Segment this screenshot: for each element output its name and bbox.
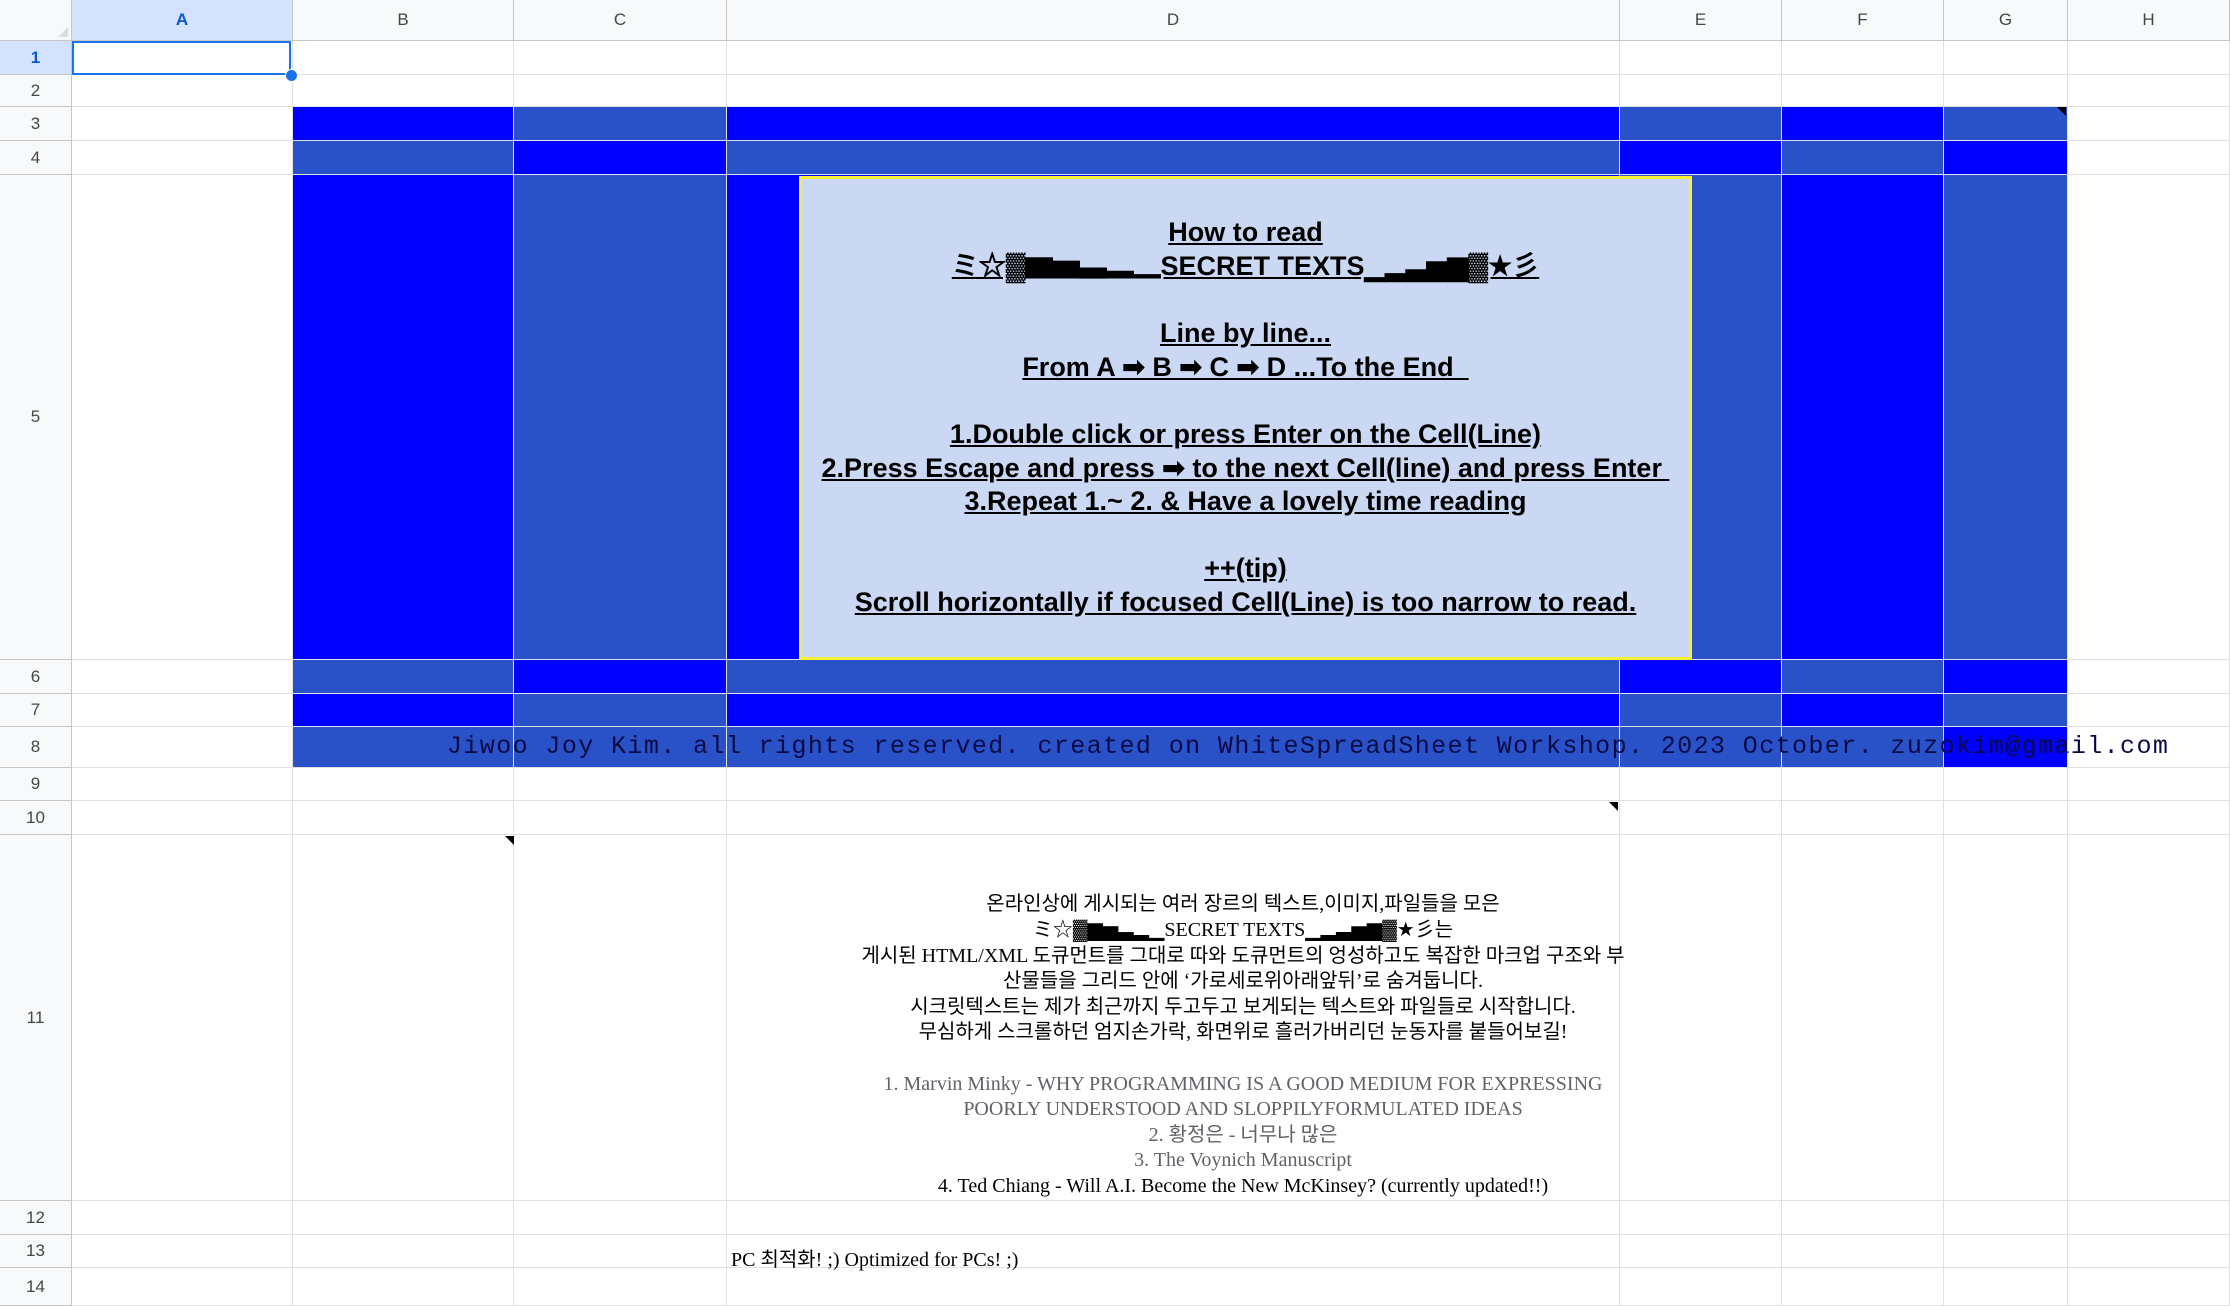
intro-line: 무심하게 스크롤하던 엄지손가락, 화면위로 흘러가버리던 눈동자를 붙들어보길… [918, 1021, 1568, 1044]
cell-note-indicator[interactable] [505, 836, 514, 845]
row-header-8[interactable]: 8 [0, 727, 72, 768]
cell-note-indicator[interactable] [1609, 802, 1618, 811]
instructions-line: ++(tip) [1204, 553, 1287, 584]
copyright-footer[interactable]: Jiwoo Joy Kim. all rights reserved. crea… [72, 726, 2230, 766]
colored-cell [1782, 694, 1944, 727]
instructions-line: ミ☆▓▆▅▃▂▁SECRET TEXTS▁▂▃▅▆▓★彡 [951, 251, 1540, 282]
column-header-e[interactable]: E [1620, 0, 1782, 41]
row-header-14[interactable]: 14 [0, 1268, 72, 1306]
colored-cell [727, 660, 1620, 694]
colored-cell [1620, 660, 1782, 694]
colored-cell [1944, 141, 2068, 175]
colored-cell [1782, 660, 1944, 694]
instructions-line: From A ➡ B ➡ C ➡ D ...To the End [1022, 351, 1469, 382]
colored-cell [727, 141, 1620, 175]
colored-cell [1944, 694, 2068, 727]
column-header-f[interactable]: F [1782, 0, 1944, 41]
colored-cell [293, 107, 514, 141]
cell-note-indicator[interactable] [2057, 107, 2066, 116]
instructions-line: 1.Double click or press Enter on the Cel… [949, 419, 1542, 449]
colored-cell [514, 694, 727, 727]
spreadsheet-grid[interactable]: ABCDEFGH 1 2 3 4 5 6 7 8 9 10 11 12 13 14 Jiwoo Joy K… [0, 0, 2230, 1306]
row-header-10[interactable]: 10 [0, 801, 72, 835]
instructions-line: 3.Repeat 1.~ 2. & Have a lovely time rea… [964, 486, 1527, 517]
instructions-line: Scroll horizontally if focused Cell(Line… [854, 586, 1637, 617]
intro-line: 게시된 HTML/XML 도큐먼트를 그대로 따와 도큐먼트의 엉성하고도 복잡… [861, 944, 1625, 967]
colored-cell [1944, 660, 2068, 694]
colored-cell [1782, 107, 1944, 141]
colored-cell [727, 107, 1620, 141]
column-header-g[interactable]: G [1944, 0, 2068, 41]
row-header-9[interactable]: 9 [0, 768, 72, 801]
reading-list-item: POORLY UNDERSTOOD AND SLOPPILYFORMULATED… [963, 1098, 1523, 1121]
colored-cell [293, 141, 514, 175]
reading-list-item: 4. Ted Chiang - Will A.I. Become the New… [937, 1174, 1549, 1197]
row-header-3[interactable]: 3 [0, 107, 72, 141]
row-header-11[interactable]: 11 [0, 835, 72, 1201]
colored-cell [1782, 141, 1944, 175]
reading-list-item: 3. The Voynich Manuscript [1134, 1149, 1352, 1172]
row-header-13[interactable]: 13 [0, 1235, 72, 1268]
instructions-line: 2.Press Escape and press ➡ to the next C… [821, 452, 1670, 483]
fill-handle[interactable] [285, 69, 298, 82]
row-header-12[interactable]: 12 [0, 1201, 72, 1235]
intro-line: 온라인상에 게시되는 여러 장르의 텍스트,이미지,파일들을 모은 [986, 893, 1500, 916]
colored-cell [1944, 175, 2068, 660]
intro-line: 시크릿텍스트는 제가 최근까지 두고두고 보게되는 텍스트와 파일들로 시작합니… [910, 995, 1576, 1018]
row-header-1[interactable]: 1 [0, 41, 72, 75]
column-header-c[interactable]: C [514, 0, 727, 41]
intro-line: ミ☆▓▆▅▃▂▁SECRET TEXTS▁▂▃▅▆▓★彡는 [1032, 919, 1454, 942]
colored-cell [514, 107, 727, 141]
colored-cell [1620, 141, 1782, 175]
column-header-d[interactable]: D [727, 0, 1620, 41]
colored-cell [293, 660, 514, 694]
row-header-5[interactable]: 5 [0, 175, 72, 660]
colored-cell [1620, 107, 1782, 141]
column-header-a[interactable]: A [72, 0, 293, 41]
colored-cell [514, 141, 727, 175]
colored-cell [1944, 107, 2068, 141]
colored-cell [1620, 694, 1782, 727]
row-header-4[interactable]: 4 [0, 141, 72, 175]
colored-cell [727, 694, 1620, 727]
colored-cell [1782, 175, 1944, 660]
pc-optimized-note[interactable]: PC 최적화! ;) Optimized for PCs! ;) [731, 1240, 1018, 1274]
column-header-h[interactable]: H [2068, 0, 2230, 41]
colored-cell [293, 694, 514, 727]
intro-cell[interactable]: 온라인상에 게시되는 여러 장르의 텍스트,이미지,파일들을 모은 ミ☆▓▆▅▃… [727, 866, 1759, 1226]
intro-line: 산물들을 그리드 안에 ‘가로세로위아래앞뒤’로 숨겨둡니다. [1003, 970, 1483, 993]
column-header-b[interactable]: B [293, 0, 514, 41]
colored-cell [293, 175, 514, 660]
reading-list-item: 2. 황정은 - 너무나 많은 [1148, 1123, 1338, 1146]
instructions-line: How to read [1168, 217, 1323, 248]
cell-area[interactable]: Jiwoo Joy Kim. all rights reserved. crea… [72, 41, 2230, 1306]
row-header-2[interactable]: 2 [0, 75, 72, 107]
active-cell-a1[interactable] [72, 41, 291, 75]
select-all-corner[interactable] [0, 0, 72, 41]
instructions-line: Line by line... [1159, 318, 1332, 349]
colored-cell [514, 175, 727, 660]
row-header-7[interactable]: 7 [0, 694, 72, 727]
instructions-panel[interactable]: How to read ミ☆▓▆▅▃▂▁SECRET TEXTS▁▂▃▅▆▓★彡… [799, 176, 1692, 660]
row-header-6[interactable]: 6 [0, 660, 72, 694]
reading-list-item: 1. Marvin Minky - WHY PROGRAMMING IS A G… [883, 1072, 1603, 1095]
colored-cell [514, 660, 727, 694]
